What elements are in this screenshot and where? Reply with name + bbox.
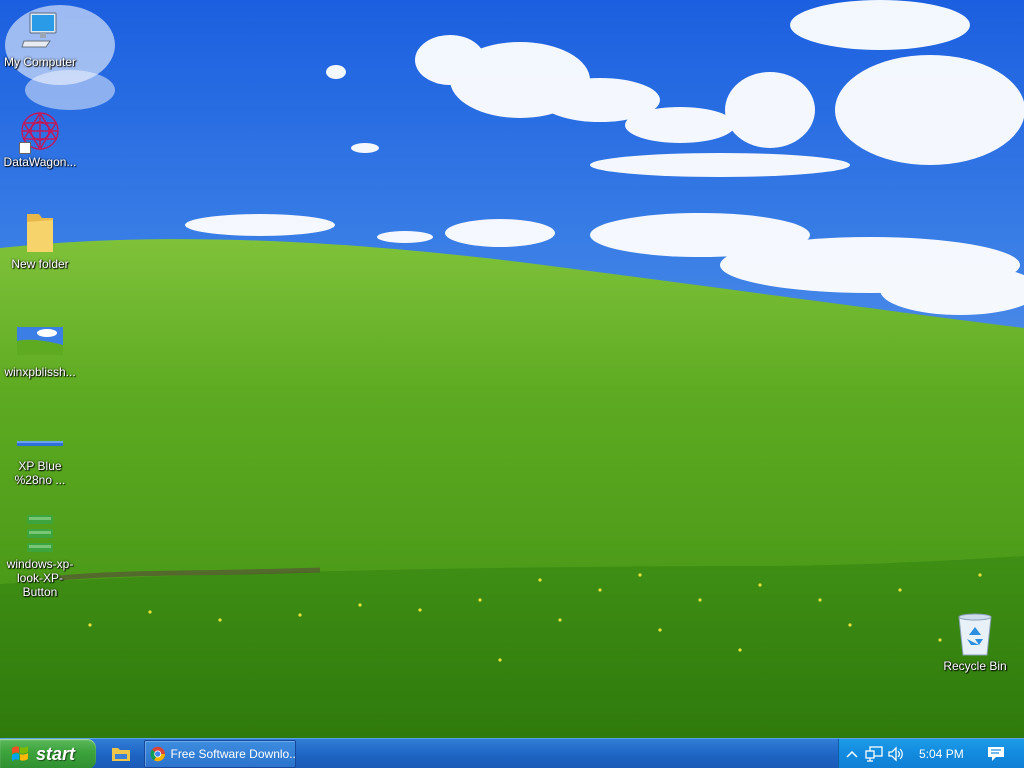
recycle-bin-icon — [951, 613, 999, 656]
datawagon-icon — [16, 110, 64, 154]
desktop-icon-recycle-bin[interactable]: Recycle Bin — [935, 613, 1015, 673]
file-explorer-button[interactable] — [108, 743, 134, 765]
image-thumbnail-icon — [16, 432, 64, 456]
desktop-icon-xp-blue[interactable]: XP Blue %28no ... — [0, 432, 80, 487]
network-button[interactable] — [863, 743, 885, 765]
desktop-icon-label: winxpblissh... — [4, 365, 76, 379]
windows-flag-icon — [12, 746, 28, 761]
taskbar: start Free Software Downlo... 5:04 PM — [0, 738, 1024, 768]
desktop-icon-new-folder[interactable]: New folder — [0, 212, 80, 271]
desktop-icon-my-computer[interactable]: My Computer — [0, 10, 80, 69]
desktop-icon-xp-button[interactable]: windows-xp-look-XP-Button — [0, 512, 80, 599]
taskbar-task-chrome[interactable]: Free Software Downlo... — [144, 740, 296, 768]
system-tray: 5:04 PM — [838, 739, 1024, 768]
show-hidden-icons-button[interactable] — [841, 743, 863, 765]
desktop-icon-label: New folder — [11, 257, 69, 271]
folder-icon — [16, 212, 64, 254]
task-label: Free Software Downlo... — [170, 747, 295, 761]
start-label: start — [36, 743, 76, 764]
network-icon — [865, 746, 883, 762]
desktop-icon-label: Recycle Bin — [943, 659, 1007, 673]
action-center-button[interactable] — [985, 743, 1007, 765]
desktop-icon-label: DataWagon... — [3, 155, 77, 169]
desktop-icon-label: XP Blue %28no ... — [14, 459, 66, 487]
image-thumbnail-icon — [16, 512, 64, 554]
image-thumbnail-icon — [16, 320, 64, 362]
computer-icon — [16, 10, 64, 52]
volume-icon — [888, 746, 903, 762]
chrome-icon — [150, 746, 166, 762]
start-button[interactable]: start — [0, 739, 96, 768]
clock[interactable]: 5:04 PM — [919, 747, 969, 761]
desktop-icon-label: windows-xp-look-XP-Button — [6, 557, 74, 599]
file-explorer-icon — [112, 748, 130, 761]
desktop[interactable]: My Computer DataWagon... New folder winx… — [0, 0, 1024, 738]
wallpaper — [0, 0, 1024, 738]
chevron-up-icon — [846, 750, 858, 758]
action-center-icon — [988, 747, 1004, 761]
desktop-icon-winxpblissh[interactable]: winxpblissh... — [0, 320, 80, 379]
shortcut-arrow-icon — [19, 142, 31, 154]
volume-button[interactable] — [885, 743, 907, 765]
desktop-icon-datawagon[interactable]: DataWagon... — [0, 110, 80, 169]
desktop-icon-label: My Computer — [3, 55, 77, 69]
